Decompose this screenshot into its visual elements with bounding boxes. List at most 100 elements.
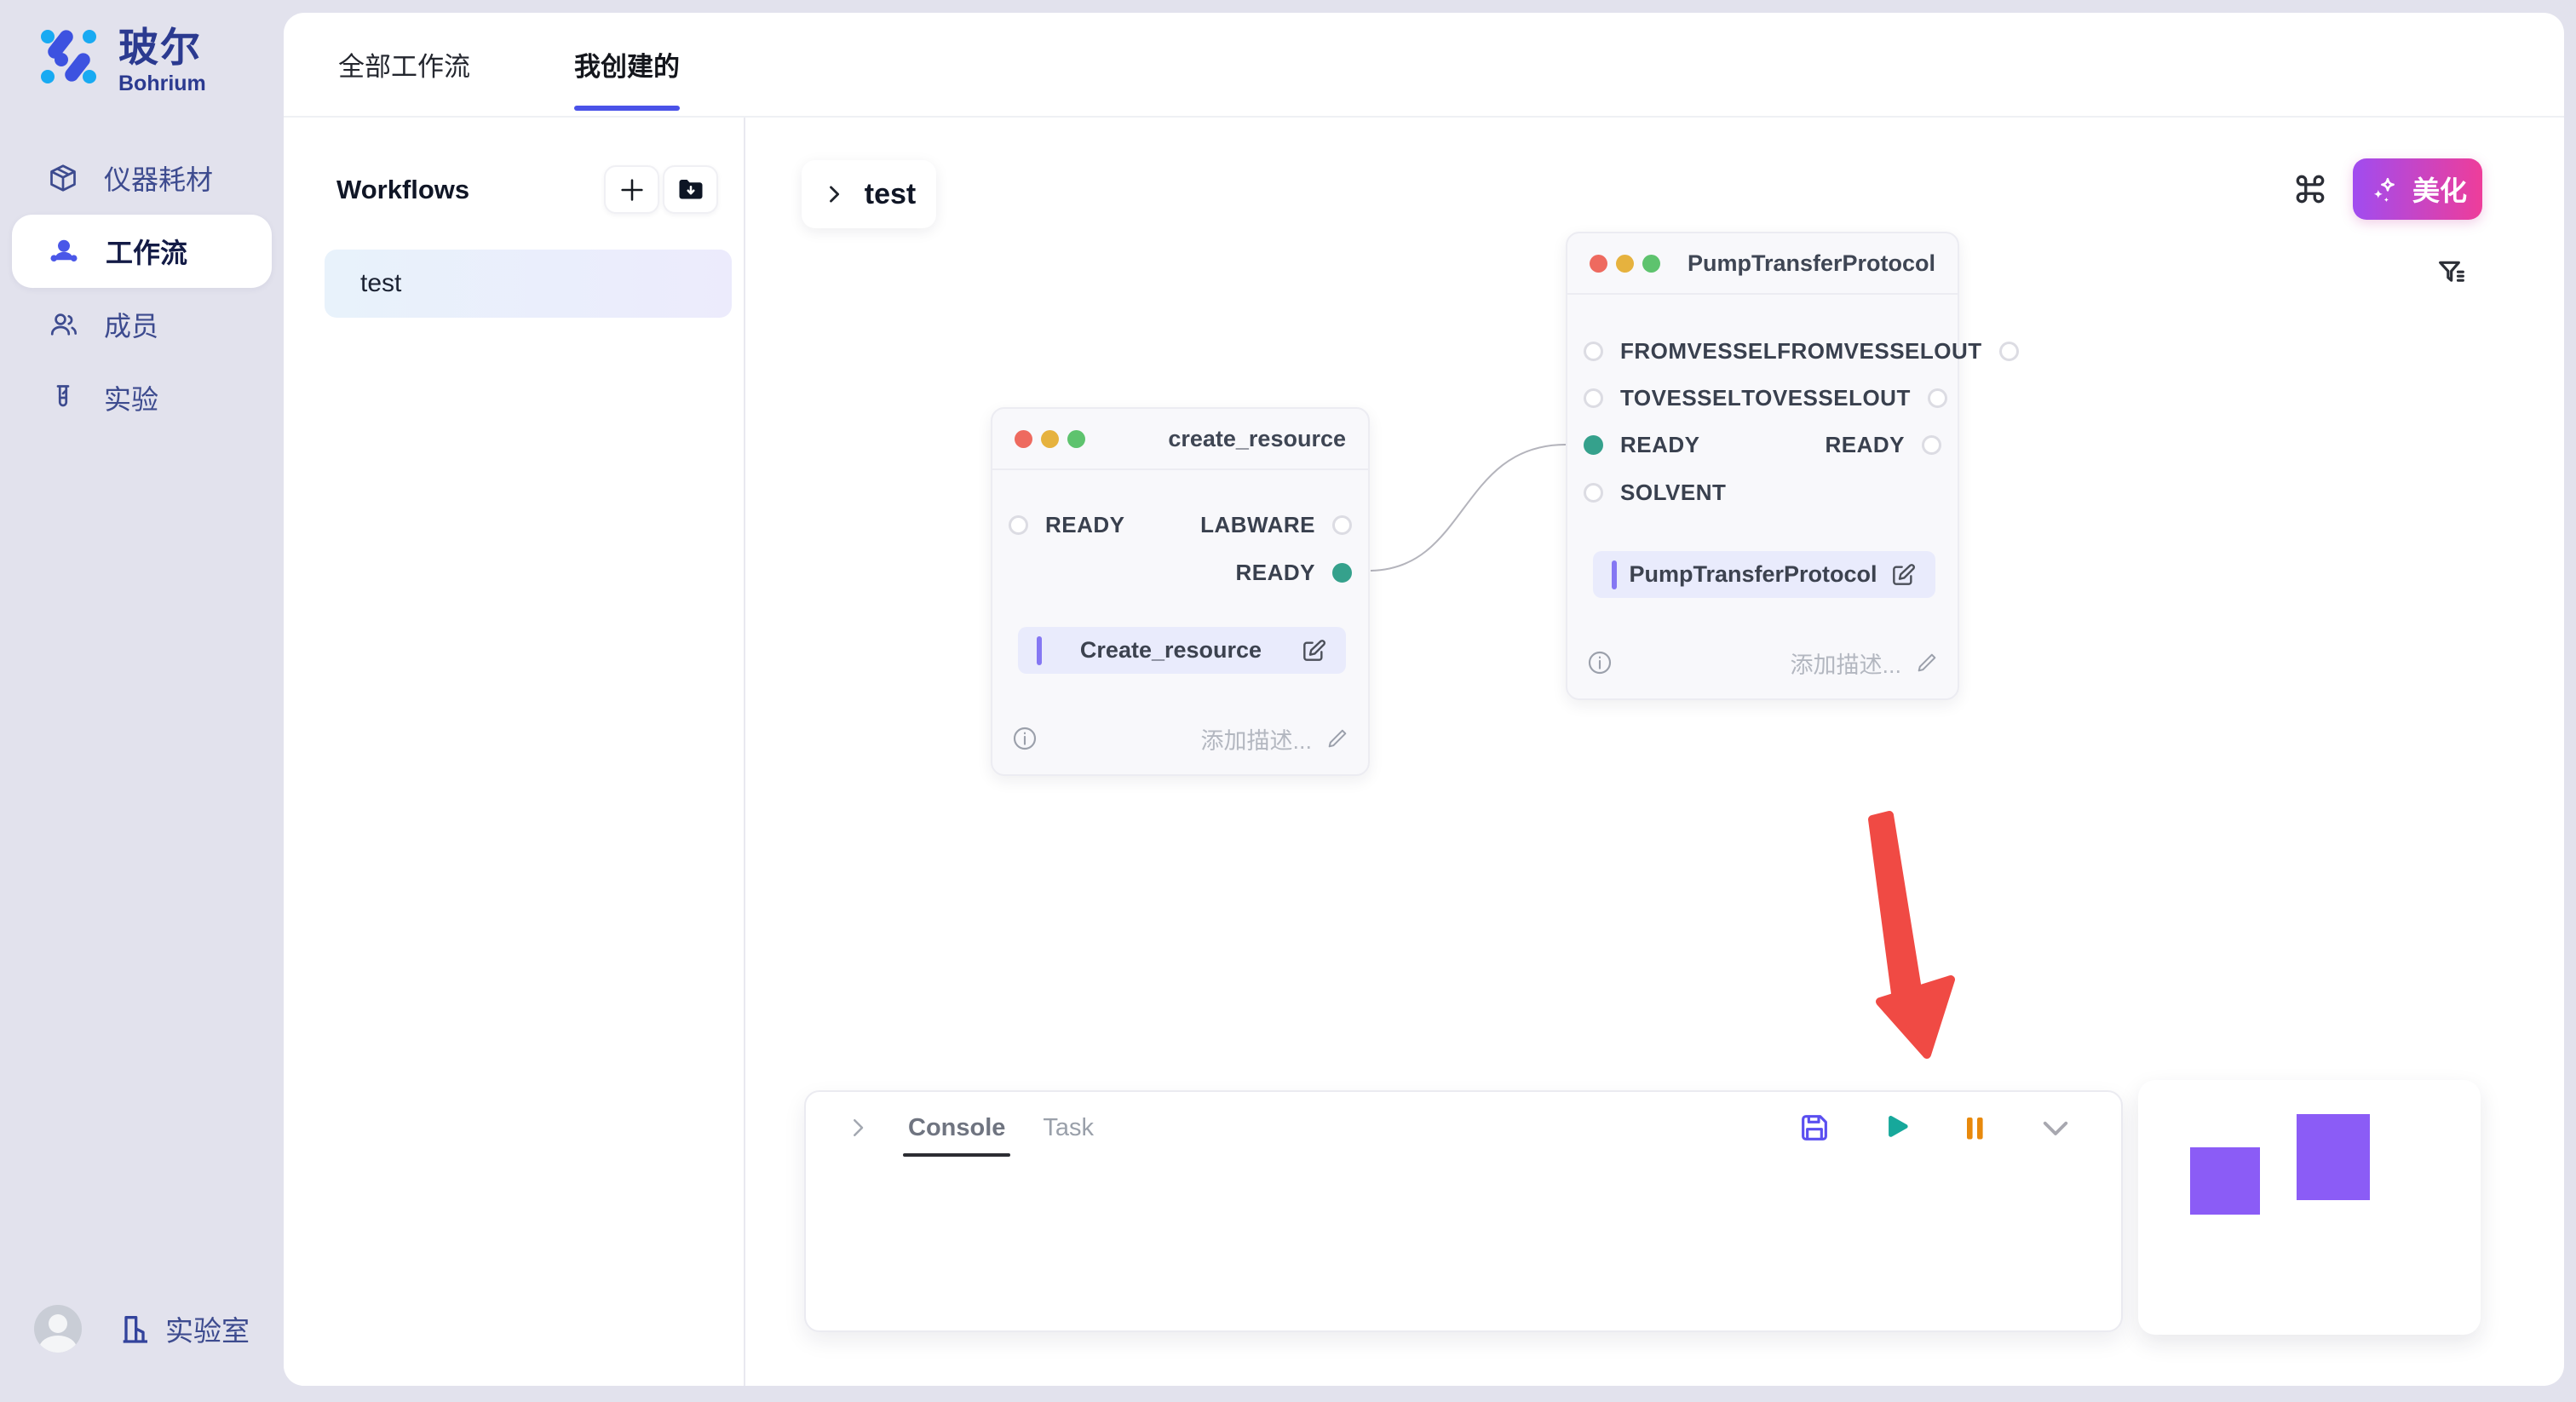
info-icon[interactable] <box>1586 649 1613 676</box>
port-label: FROMVESSEL <box>1620 338 1777 365</box>
beautify-button[interactable]: 美化 <box>2353 158 2482 220</box>
description-placeholder[interactable]: 添加描述... <box>1613 646 1901 680</box>
sidebar-item-label: 工作流 <box>106 232 187 271</box>
port-circle[interactable] <box>1584 388 1603 408</box>
console-panel: Console Task <box>804 1090 2123 1332</box>
port-label: LABWARE <box>1200 512 1315 538</box>
input-port-tovessel[interactable]: TOVESSEL <box>1584 385 1741 411</box>
import-folder-button[interactable] <box>663 165 718 214</box>
minimap[interactable] <box>2138 1080 2481 1335</box>
pencil-icon[interactable] <box>1915 651 1939 675</box>
app-logo: 玻尔 Bohrium <box>38 26 268 102</box>
workflow-item-label: test <box>360 269 401 298</box>
pencil-icon[interactable] <box>1325 727 1349 750</box>
sidebar-nav: 仪器耗材 工作流 成员 <box>12 141 272 434</box>
port-circle[interactable] <box>1928 388 1947 408</box>
members-icon <box>48 309 78 340</box>
edge-ready-connection <box>1357 311 1578 592</box>
sidebar: 玻尔 Bohrium 仪器耗材 工作流 <box>0 0 284 1402</box>
description-placeholder[interactable]: 添加描述... <box>1038 722 1312 756</box>
workflow-tabbar: 全部工作流 我创建的 <box>284 13 2564 118</box>
sidebar-item-label: 仪器耗材 <box>104 158 213 198</box>
run-icon[interactable] <box>1879 1112 1912 1144</box>
workflow-breadcrumb[interactable]: test <box>802 160 936 228</box>
port-label: READY <box>1825 432 1905 458</box>
node-title: create_resource <box>1085 426 1346 452</box>
info-icon[interactable] <box>1011 725 1038 752</box>
edit-icon[interactable] <box>1889 561 1917 589</box>
workflow-list-panel: Workflows test <box>284 118 745 1386</box>
pause-icon[interactable] <box>1959 1112 1990 1143</box>
port-circle-connected[interactable] <box>1584 435 1603 455</box>
port-label: READY <box>1235 560 1315 586</box>
tab-label: 全部工作流 <box>338 45 470 83</box>
input-port-ready[interactable]: READY <box>1009 512 1125 538</box>
port-circle[interactable] <box>1999 342 2019 361</box>
port-circle[interactable] <box>1332 515 1352 535</box>
node-title: PumpTransferProtocol <box>1660 250 1935 277</box>
port-label: READY <box>1620 432 1700 458</box>
output-port-fromvesselout[interactable]: FROMVESSELOUT <box>1777 338 2019 365</box>
main-panel: 全部工作流 我创建的 Workflows test <box>284 13 2564 1386</box>
sidebar-item-instruments[interactable]: 仪器耗材 <box>12 141 272 215</box>
workflows-title: Workflows <box>336 175 604 205</box>
edit-icon[interactable] <box>1300 637 1327 664</box>
input-port-ready[interactable]: READY <box>1584 432 1700 458</box>
tab-console[interactable]: Console <box>908 1092 1005 1164</box>
app-name: 玻尔 Bohrium <box>118 26 206 96</box>
node-create-resource[interactable]: create_resource READY LABWARE READY Crea… <box>991 407 1370 776</box>
traffic-dots-icon <box>1590 255 1660 273</box>
add-workflow-button[interactable] <box>604 165 659 214</box>
expand-chevron-icon[interactable] <box>845 1115 871 1141</box>
app-subtitle: Bohrium <box>118 72 206 96</box>
node-action-pill[interactable]: PumpTransferProtocol <box>1593 551 1935 598</box>
sidebar-user-row: 实验室 <box>34 1305 250 1353</box>
port-label: TOVESSEL <box>1620 385 1741 411</box>
tab-task[interactable]: Task <box>1043 1092 1094 1164</box>
port-circle[interactable] <box>1584 483 1603 503</box>
node-pump-transfer-protocol[interactable]: PumpTransferProtocol FROMVESSEL FROMVESS… <box>1566 232 1959 700</box>
port-circle[interactable] <box>1009 515 1028 535</box>
output-port-tovesselout[interactable]: TOVESSELOUT <box>1741 385 1947 411</box>
tab-all-workflows[interactable]: 全部工作流 <box>338 13 470 116</box>
port-label: SOLVENT <box>1620 480 1726 506</box>
command-icon[interactable] <box>2290 169 2331 210</box>
port-label: TOVESSELOUT <box>1741 385 1911 411</box>
workflow-list-item[interactable]: test <box>325 250 732 318</box>
port-circle-connected[interactable] <box>1332 563 1352 583</box>
test-tube-icon <box>48 382 78 413</box>
app-title: 玻尔 <box>118 26 206 70</box>
package-icon <box>48 163 78 193</box>
filter-icon[interactable] <box>2431 252 2472 293</box>
minimap-node <box>2297 1114 2370 1200</box>
node-header: PumpTransferProtocol <box>1567 233 1958 295</box>
sidebar-item-workflows[interactable]: 工作流 <box>12 215 272 288</box>
sparkles-icon <box>2368 173 2401 205</box>
pill-label: Create_resource <box>1042 637 1300 664</box>
chevron-right-icon[interactable] <box>822 182 846 206</box>
input-port-fromvessel[interactable]: FROMVESSEL <box>1584 338 1777 365</box>
node-header: create_resource <box>992 409 1368 470</box>
bohrium-logo-icon <box>38 26 98 85</box>
port-circle[interactable] <box>1584 342 1603 361</box>
pill-label: PumpTransferProtocol <box>1617 561 1889 588</box>
avatar[interactable] <box>34 1305 82 1353</box>
sidebar-item-experiments[interactable]: 实验 <box>12 361 272 434</box>
lab-building-icon <box>118 1312 152 1346</box>
sidebar-item-members[interactable]: 成员 <box>12 288 272 361</box>
lab-label[interactable]: 实验室 <box>165 1308 250 1349</box>
output-port-ready[interactable]: READY <box>1235 560 1352 586</box>
output-port-labware[interactable]: LABWARE <box>1200 512 1352 538</box>
port-circle[interactable] <box>1922 435 1941 455</box>
sidebar-item-label: 实验 <box>104 378 158 417</box>
output-port-ready[interactable]: READY <box>1825 432 1941 458</box>
sidebar-item-label: 成员 <box>104 305 158 344</box>
collapse-chevron-down-icon[interactable] <box>2038 1110 2073 1146</box>
tab-my-created[interactable]: 我创建的 <box>574 13 680 116</box>
node-action-pill[interactable]: Create_resource <box>1018 627 1346 674</box>
input-port-solvent[interactable]: SOLVENT <box>1584 480 1726 506</box>
port-label: READY <box>1045 512 1125 538</box>
tab-label: 我创建的 <box>574 45 680 83</box>
save-icon[interactable] <box>1797 1111 1831 1145</box>
port-label: FROMVESSELOUT <box>1777 338 1982 365</box>
